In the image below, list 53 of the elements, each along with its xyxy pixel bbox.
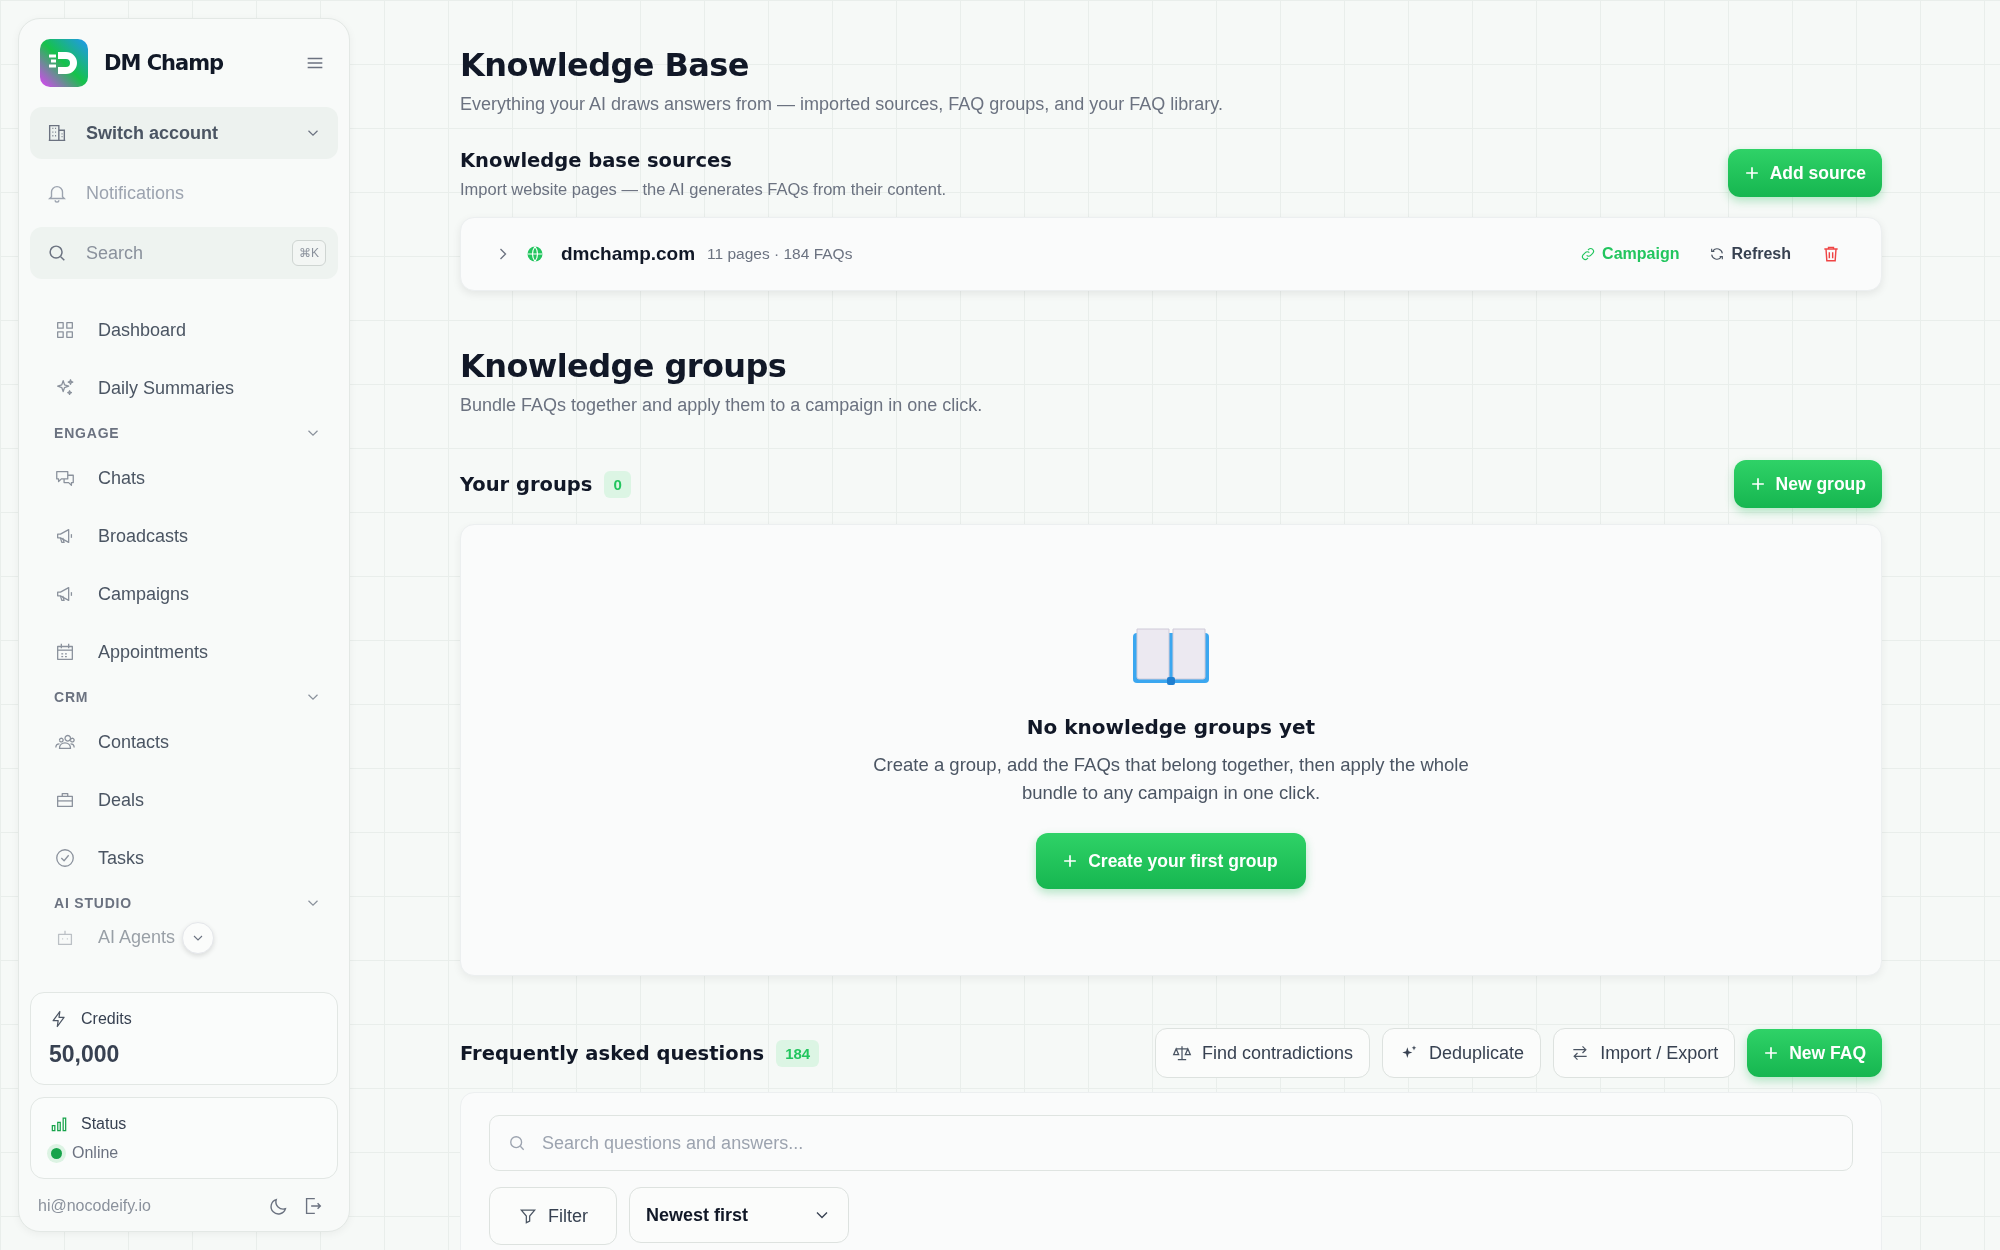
globe-icon: [525, 244, 545, 264]
filter-button[interactable]: Filter: [489, 1187, 617, 1245]
trash-icon[interactable]: [1821, 244, 1841, 264]
action-button[interactable]: Find contradictions: [1155, 1028, 1371, 1078]
section-header[interactable]: ENGAGE: [30, 417, 338, 449]
status-label: Status: [81, 1115, 127, 1133]
refresh-link[interactable]: Refresh: [1709, 245, 1791, 263]
scales-icon: [1172, 1043, 1192, 1063]
logo-icon: [40, 39, 88, 87]
section-title: Frequently asked questions: [460, 1041, 765, 1065]
section-title: Knowledge base sources: [460, 149, 733, 172]
page-subtitle: Everything your AI draws answers from — imported sources, FAQ groups, and your FAQ library.: [460, 94, 1224, 115]
section-subtitle: Import website pages — the AI generates FAQs from their content.: [460, 180, 948, 199]
faq-search-field[interactable]: Search questions and answers...: [489, 1115, 1853, 1171]
empty-state-title: No knowledge groups yet: [1026, 715, 1316, 739]
nav-item[interactable]: Campaigns: [30, 565, 338, 623]
page-title: Knowledge Base: [460, 46, 750, 84]
calendar-icon: [54, 641, 76, 663]
nav-item[interactable]: Broadcasts: [30, 507, 338, 565]
nav-item[interactable]: Tasks: [30, 829, 338, 887]
building-icon: [46, 122, 68, 144]
empty-state-text: Create a group, add the FAQs that belong together, then apply the whole bundle to any campaign in one click.: [872, 753, 1470, 805]
action-button[interactable]: Import / Export: [1553, 1028, 1736, 1078]
list-title: Your groups: [460, 472, 593, 496]
search-icon: [46, 242, 68, 264]
source-domain: dmchamp.com: [561, 243, 696, 265]
grid-icon: [54, 319, 76, 341]
nav-item[interactable]: Daily Summaries: [30, 359, 338, 417]
nav-item[interactable]: Contacts: [30, 713, 338, 771]
nav-item[interactable]: Appointments: [30, 623, 338, 681]
brand-name: DM Champ: [104, 51, 225, 75]
shortcut-key: ⌘K: [292, 240, 326, 266]
credits-label: Credits: [81, 1010, 132, 1028]
sort-dropdown[interactable]: Newest first: [629, 1187, 849, 1243]
search-icon: [507, 1133, 527, 1153]
refresh-icon: [1709, 246, 1726, 262]
section-header[interactable]: CRM: [30, 681, 338, 713]
section-subtitle: Bundle FAQs together and apply them to a campaign in one click.: [460, 395, 984, 416]
user-email: hi@nocodeify.io: [38, 1197, 152, 1215]
credits-value: 50,000: [49, 1041, 121, 1068]
nav-item[interactable]: Chats: [30, 449, 338, 507]
source-meta: 11 pages · 184 FAQs: [707, 245, 854, 263]
count-badge: 0: [604, 470, 631, 498]
switch-account-button[interactable]: Switch account: [30, 107, 338, 159]
section-title: Knowledge groups: [460, 347, 788, 385]
action-button[interactable]: Deduplicate: [1382, 1028, 1542, 1078]
check-circle-icon: [54, 847, 76, 869]
section-header[interactable]: AI STUDIO: [30, 887, 338, 919]
count-badge: 184: [776, 1039, 820, 1067]
link-icon: [1580, 246, 1597, 262]
status-value: Online: [72, 1144, 119, 1162]
nav-item[interactable]: Deals: [30, 771, 338, 829]
nav-item[interactable]: Dashboard: [30, 301, 338, 359]
